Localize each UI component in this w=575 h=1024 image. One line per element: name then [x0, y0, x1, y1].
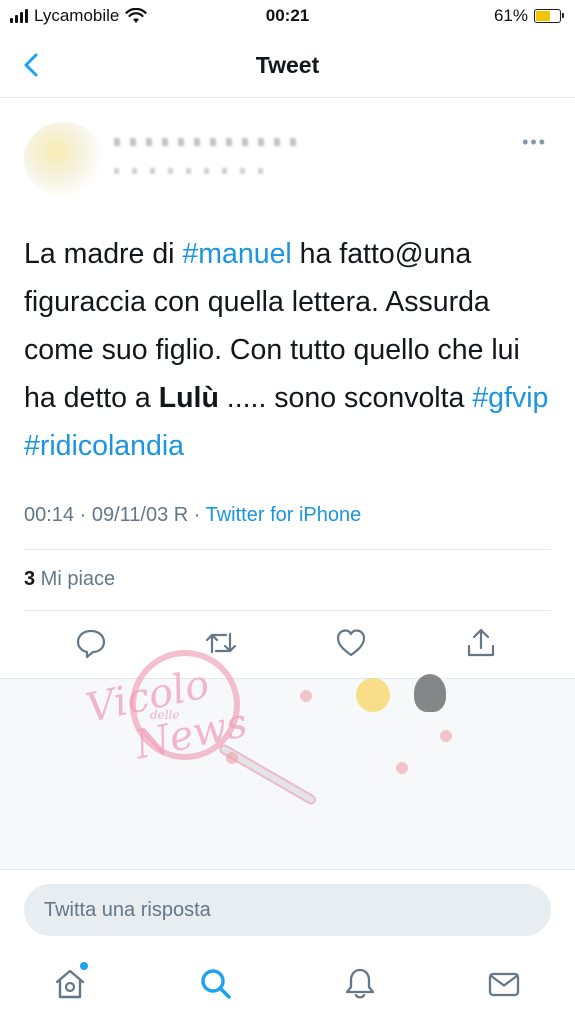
- share-icon[interactable]: [464, 626, 498, 660]
- author-name-redacted: [114, 138, 304, 146]
- watermark-paw: [226, 752, 238, 764]
- status-bar: Lycamobile 00:21 61%: [0, 0, 575, 34]
- tweet-timestamp: 00:14 · 09/11/03 R ·: [24, 504, 206, 526]
- reply-placeholder: Twitta una risposta: [44, 899, 211, 921]
- battery-percent: 61%: [493, 6, 528, 25]
- tweet-actions: [0, 626, 575, 666]
- tweet-meta: 00:14 · 09/11/03 R · Twitter for iPhone: [24, 504, 361, 527]
- home-icon[interactable]: [52, 966, 88, 1002]
- status-time: 00:21: [265, 6, 310, 25]
- search-icon[interactable]: [198, 966, 234, 1002]
- hashtag-link[interactable]: #manuel: [182, 238, 291, 270]
- tweet-text-segment: La madre di: [24, 238, 183, 270]
- tweet-text-segment: ..... sono sconvolta: [218, 382, 473, 414]
- page-title: Tweet: [255, 52, 320, 78]
- battery-icon: [534, 9, 564, 23]
- home-notification-dot: [80, 962, 88, 970]
- hashtag-link[interactable]: #gfvip: [472, 382, 548, 414]
- tweet-source-link[interactable]: Twitter for iPhone: [206, 504, 362, 526]
- divider: [24, 549, 551, 550]
- watermark-character: [356, 678, 390, 712]
- likes-count[interactable]: 3 Mi piace: [24, 568, 115, 591]
- avatar[interactable]: [24, 122, 104, 196]
- watermark-paw: [300, 690, 312, 702]
- tweet-author[interactable]: [24, 110, 324, 200]
- notifications-icon[interactable]: [342, 966, 378, 1002]
- battery-fill: [536, 11, 551, 21]
- tweet-text: La madre di #manuel ha fatto@una figurac…: [24, 230, 554, 470]
- watermark-subtitle: delle: [150, 708, 180, 722]
- watermark-character: [414, 674, 446, 712]
- messages-icon[interactable]: [486, 966, 522, 1002]
- battery-group: 61%: [493, 6, 564, 26]
- watermark-paw: [396, 762, 408, 774]
- more-options-icon[interactable]: •••: [522, 132, 547, 153]
- likes-label: Mi piace: [35, 568, 116, 590]
- watermark-paw: [440, 730, 452, 742]
- reply-icon[interactable]: [74, 626, 108, 660]
- nav-bar: Tweet: [0, 34, 575, 98]
- author-handle-redacted: [114, 168, 274, 174]
- reply-input[interactable]: Twitta una risposta: [24, 884, 551, 936]
- divider: [24, 610, 551, 611]
- like-icon[interactable]: [334, 626, 368, 660]
- hashtag-link[interactable]: #ridicolandia: [24, 430, 184, 462]
- tweet-text-bold: Lulù: [158, 382, 219, 414]
- likes-number: 3: [24, 568, 36, 590]
